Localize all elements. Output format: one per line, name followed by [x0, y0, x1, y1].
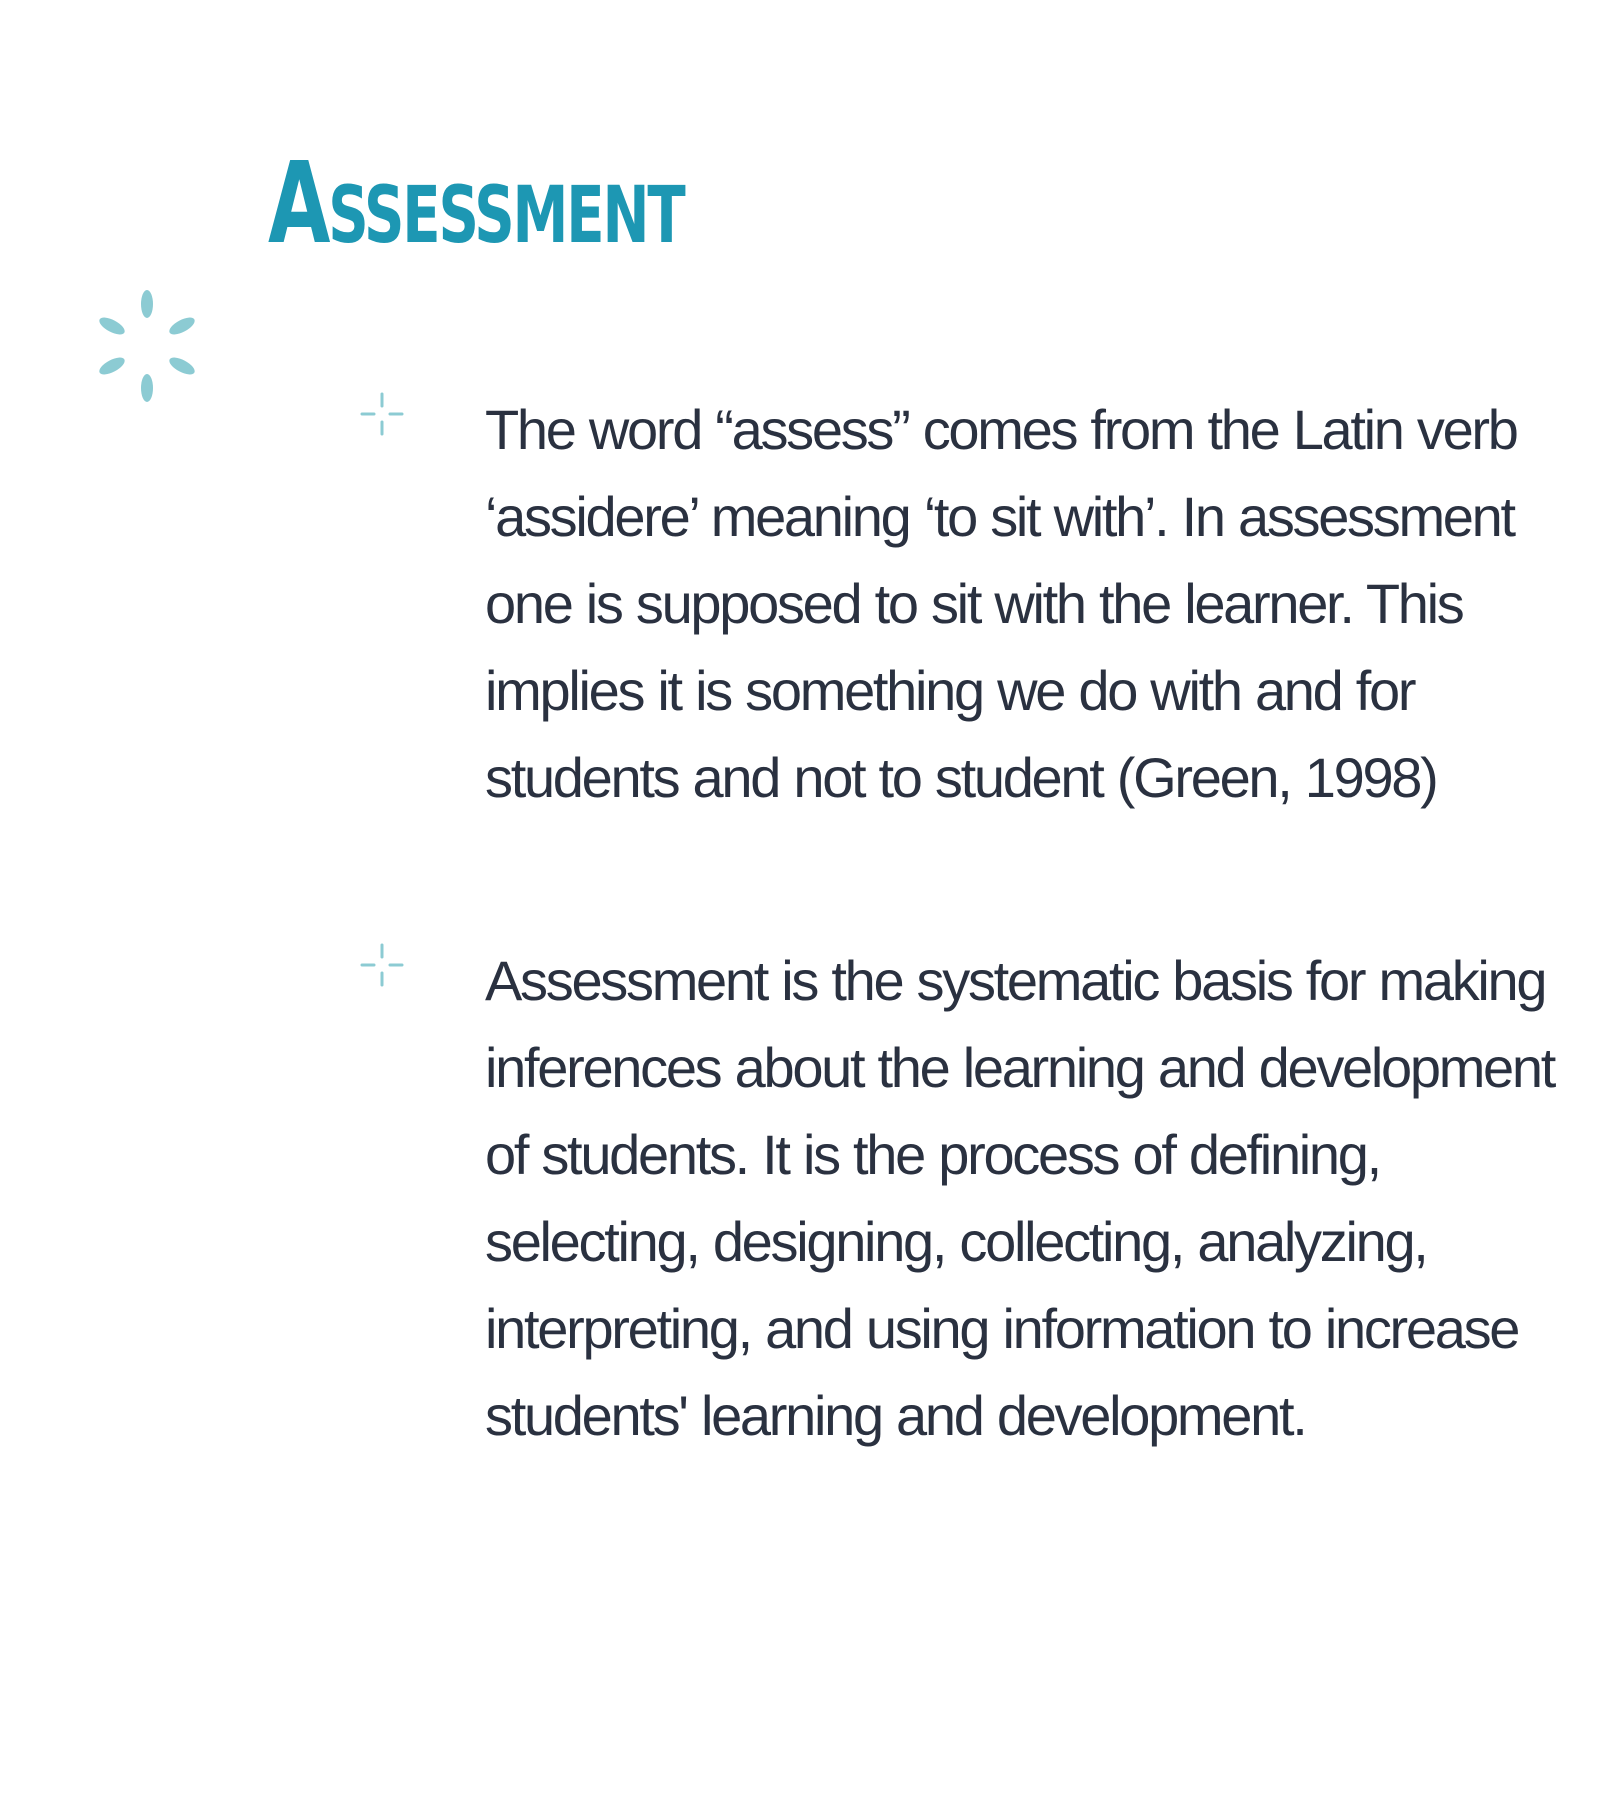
sparkle-burst-icon	[99, 290, 195, 402]
bullet-text: Assessment is the systematic basis for m…	[485, 949, 1556, 1447]
sparkle-cross-icon	[360, 943, 404, 987]
slide-title: Assessment	[268, 139, 686, 269]
slide: Assessment The word “assess” comes from …	[0, 0, 1600, 1800]
sparkle-cross-icon	[360, 392, 404, 436]
bullet-text: The word “assess” comes from the Latin v…	[485, 398, 1519, 809]
